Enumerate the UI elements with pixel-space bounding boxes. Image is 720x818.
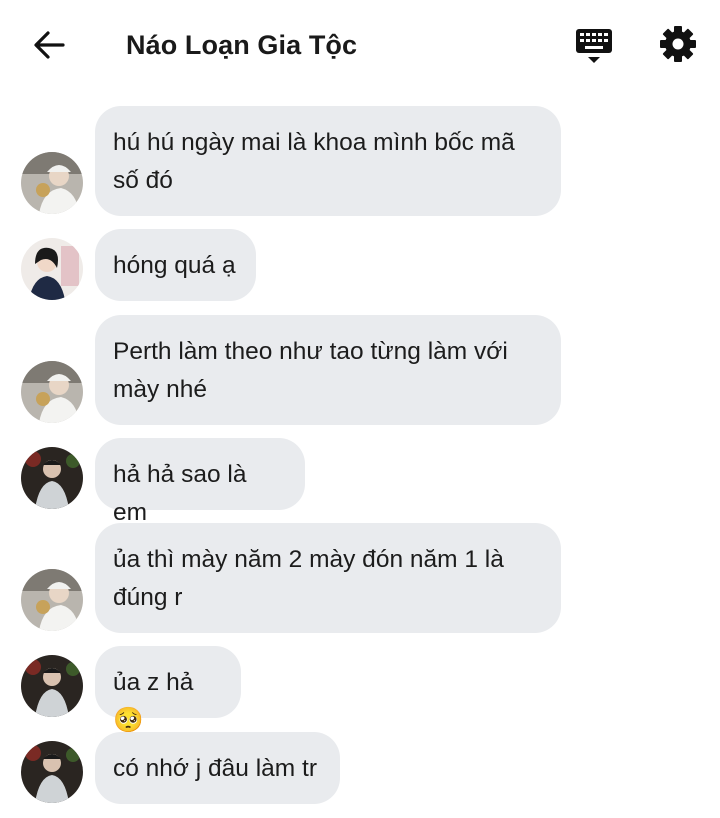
keyboard-icon[interactable] bbox=[574, 26, 614, 66]
avatar[interactable] bbox=[21, 152, 83, 214]
avatar[interactable] bbox=[21, 238, 83, 300]
chat-title: Náo Loạn Gia Tộc bbox=[126, 30, 358, 60]
arrow-left-icon[interactable] bbox=[30, 26, 68, 64]
message-row: có nhớ j đâu làm tr bbox=[0, 732, 720, 804]
avatar[interactable] bbox=[21, 447, 83, 509]
message-bubble[interactable]: hú hú ngày mai là khoa mình bốc mã số đó bbox=[95, 106, 561, 216]
message-bubble[interactable]: Perth làm theo như tao từng làm với mày … bbox=[95, 315, 561, 425]
message-row: ủa thì mày năm 2 mày đón năm 1 là đúng r bbox=[0, 523, 720, 633]
avatar[interactable] bbox=[21, 569, 83, 631]
message-row: hả hả sao là em bbox=[0, 438, 720, 526]
message-bubble[interactable]: ủa thì mày năm 2 mày đón năm 1 là đúng r bbox=[95, 523, 561, 633]
message-bubble[interactable]: hả hả sao là em bbox=[95, 438, 305, 526]
message-row: ủa z hả🥺 bbox=[0, 646, 720, 734]
avatar[interactable] bbox=[21, 741, 83, 803]
message-row: hú hú ngày mai là khoa mình bốc mã số đó bbox=[0, 106, 720, 216]
message-row: hóng quá ạ bbox=[0, 229, 720, 301]
gear-icon[interactable] bbox=[658, 24, 698, 64]
avatar[interactable] bbox=[21, 655, 83, 717]
message-bubble[interactable]: ủa z hả🥺 bbox=[95, 646, 241, 734]
message-row: Perth làm theo như tao từng làm với mày … bbox=[0, 315, 720, 425]
avatar[interactable] bbox=[21, 361, 83, 423]
chat-header: Náo Loạn Gia Tộc bbox=[0, 0, 720, 92]
message-bubble[interactable]: có nhớ j đâu làm tr bbox=[95, 732, 340, 804]
message-bubble[interactable]: hóng quá ạ bbox=[95, 229, 256, 301]
